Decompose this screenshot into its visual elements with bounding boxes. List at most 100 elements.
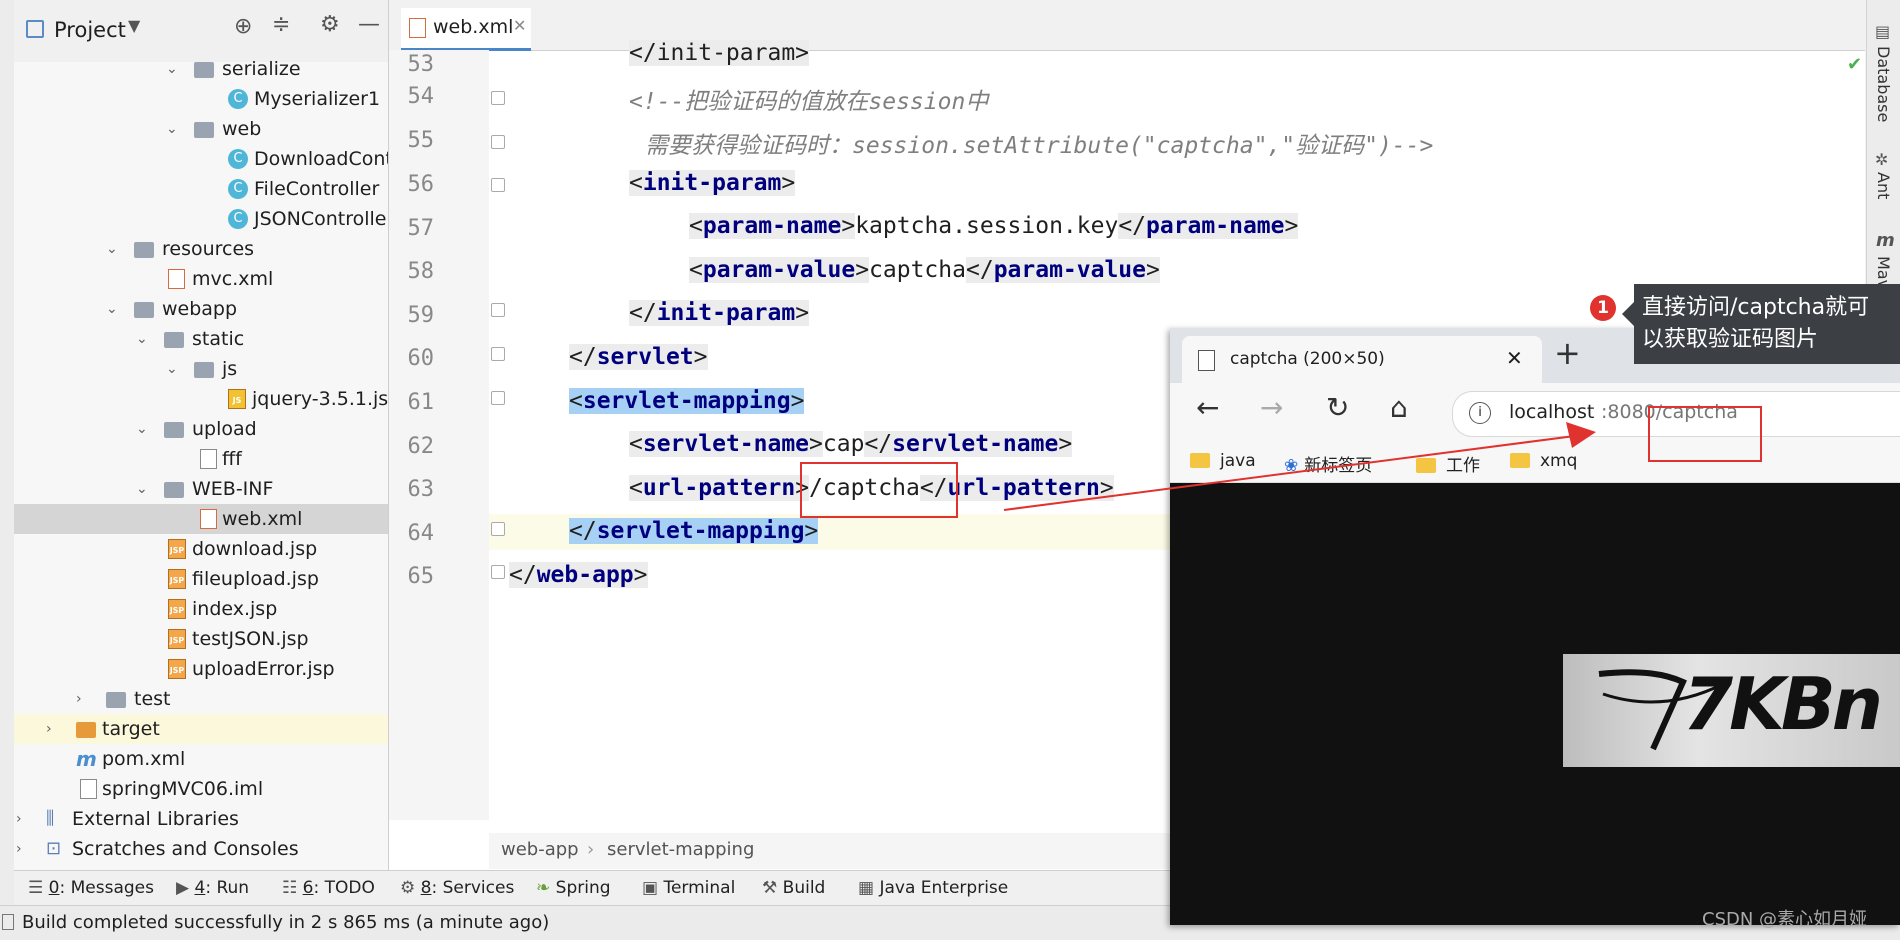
- fold-marker[interactable]: [491, 522, 505, 536]
- tab-key: 6: [302, 878, 314, 898]
- folder-icon: [194, 122, 214, 138]
- tab-build[interactable]: ⚒ Build: [762, 878, 825, 898]
- code-tag: param-value: [993, 257, 1147, 283]
- fold-marker[interactable]: [491, 135, 505, 149]
- chevron-down-icon[interactable]: ⌄: [136, 324, 148, 354]
- tree-item-web[interactable]: ⌄ web: [14, 114, 388, 144]
- tab-spring[interactable]: ❧ Spring: [536, 878, 611, 898]
- tree-item-jquery[interactable]: JS jquery-3.5.1.js: [14, 384, 388, 414]
- tab-run[interactable]: ▶ 4: Run: [176, 878, 249, 898]
- tree-item-external-libraries[interactable]: › ⫼ External Libraries: [14, 804, 388, 834]
- tree-item-label: index.jsp: [192, 598, 278, 620]
- breadcrumb-item[interactable]: web-app: [501, 839, 579, 860]
- tree-item-test[interactable]: › test: [14, 684, 388, 714]
- tree-item-label: springMVC06.iml: [102, 778, 264, 800]
- tab-services[interactable]: ⚙ 8: Services: [400, 878, 514, 898]
- tree-item-mvc-xml[interactable]: mvc.xml: [14, 264, 388, 294]
- tree-item-label: target: [102, 718, 160, 740]
- class-icon: C: [228, 179, 248, 199]
- maven-icon: m: [1876, 230, 1895, 251]
- breadcrumb-item[interactable]: servlet-mapping: [607, 839, 754, 860]
- line-number: 55: [407, 128, 435, 153]
- tab-label: : Messages: [59, 878, 154, 898]
- folder-icon: [194, 362, 214, 378]
- new-tab-plus-icon[interactable]: +: [1554, 334, 1581, 372]
- close-icon[interactable]: ✕: [513, 16, 526, 35]
- gear-icon[interactable]: ⚙: [320, 12, 340, 37]
- tree-item-serialize[interactable]: ⌄ serialize: [14, 54, 388, 84]
- collapse-all-icon[interactable]: ≑: [272, 12, 290, 37]
- tab-todo[interactable]: ☷ 6: TODO: [282, 878, 375, 898]
- tree-item-upload[interactable]: ⌄ upload: [14, 414, 388, 444]
- chevron-down-icon[interactable]: ⌄: [166, 114, 178, 144]
- chevron-down-icon[interactable]: ⌄: [136, 414, 148, 444]
- chevron-right-icon[interactable]: ›: [46, 714, 52, 744]
- code-tag: url-pattern: [642, 475, 796, 501]
- tree-item-label: fileupload.jsp: [192, 568, 319, 590]
- tool-database[interactable]: Database: [1874, 46, 1893, 122]
- chevron-down-icon[interactable]: ⌄: [166, 354, 178, 384]
- jsp-file-icon: JSP: [168, 539, 186, 559]
- chevron-down-icon[interactable]: ⌄: [166, 54, 178, 84]
- tree-item-target[interactable]: › target: [14, 714, 388, 744]
- tab-messages[interactable]: ☰ 0: Messages: [28, 878, 154, 898]
- tab-web-xml[interactable]: web.xml ✕: [401, 8, 531, 51]
- chevron-right-icon[interactable]: ›: [16, 804, 22, 834]
- chevron-down-icon[interactable]: ▼: [128, 16, 140, 35]
- minimize-icon[interactable]: —: [358, 12, 380, 37]
- tree-item-label: External Libraries: [72, 808, 239, 830]
- code-line-65: </web-app>: [509, 562, 648, 588]
- tree-item-index-jsp[interactable]: JSP index.jsp: [14, 594, 388, 624]
- tree-item-web-inf[interactable]: ⌄ WEB-INF: [14, 474, 388, 504]
- class-icon: C: [228, 89, 248, 109]
- tree-item-jsoncontroller[interactable]: C JSONController: [14, 204, 388, 234]
- tree-item-myserializer1[interactable]: C Myserializer1: [14, 84, 388, 114]
- tree-item-label: JSONController: [254, 208, 389, 230]
- fold-marker[interactable]: [491, 347, 505, 361]
- browser-tab[interactable]: captcha (200×50) ✕: [1182, 336, 1542, 383]
- tool-ant[interactable]: Ant: [1874, 172, 1893, 199]
- tree-item-resources[interactable]: ⌄ resources: [14, 234, 388, 264]
- chevron-down-icon[interactable]: ⌄: [106, 294, 118, 324]
- locate-icon[interactable]: ⊕: [234, 14, 252, 39]
- code-tag: servlet-mapping: [596, 518, 805, 544]
- tree-item-webapp[interactable]: ⌄ webapp: [14, 294, 388, 324]
- line-number: 56: [407, 172, 435, 197]
- tree-item-fileupload-jsp[interactable]: JSP fileupload.jsp: [14, 564, 388, 594]
- watermark: CSDN @素心如月娅: [1702, 909, 1868, 930]
- line-number: 62: [407, 434, 435, 459]
- hammer-icon: ⚒: [762, 878, 778, 898]
- tree-item-downloadcontroller[interactable]: C DownloadContr: [14, 144, 388, 174]
- tree-item-download-jsp[interactable]: JSP download.jsp: [14, 534, 388, 564]
- tab-terminal[interactable]: ▣ Terminal: [642, 878, 735, 898]
- tree-item-static[interactable]: ⌄ static: [14, 324, 388, 354]
- chevron-down-icon[interactable]: ⌄: [136, 474, 148, 504]
- tree-item-filecontroller[interactable]: C FileController: [14, 174, 388, 204]
- tree-item-js[interactable]: ⌄ js: [14, 354, 388, 384]
- fold-marker[interactable]: [491, 391, 505, 405]
- code-line-55: 需要获得验证码时：session.setAttribute("captcha",…: [645, 133, 1434, 159]
- fold-marker[interactable]: [491, 303, 505, 317]
- close-icon[interactable]: ✕: [1506, 346, 1523, 370]
- xml-file-icon: [200, 509, 217, 529]
- code-line-61: <servlet-mapping>: [569, 388, 805, 414]
- chevron-down-icon[interactable]: ⌄: [106, 234, 118, 264]
- tree-item-web-xml[interactable]: web.xml: [14, 504, 388, 534]
- tree-item-label: download.jsp: [192, 538, 318, 560]
- tree-item-iml[interactable]: springMVC06.iml: [14, 774, 388, 804]
- tree-item-fff[interactable]: fff: [14, 444, 388, 474]
- line-number: 63: [407, 477, 435, 502]
- chevron-right-icon[interactable]: ›: [16, 834, 22, 864]
- fold-marker[interactable]: [491, 91, 505, 105]
- fold-marker[interactable]: [491, 178, 505, 192]
- tab-java-enterprise[interactable]: ▦ Java Enterprise: [858, 878, 1008, 898]
- tab-label: Spring: [555, 878, 611, 898]
- tree-item-pom-xml[interactable]: m pom.xml: [14, 744, 388, 774]
- tree-item-testjson-jsp[interactable]: JSP testJSON.jsp: [14, 624, 388, 654]
- fold-marker[interactable]: [491, 565, 505, 579]
- tree-item-scratches[interactable]: › ⊡ Scratches and Consoles: [14, 834, 388, 864]
- folder-icon: [164, 332, 184, 348]
- tree-item-uploaderror-jsp[interactable]: JSP uploadError.jsp: [14, 654, 388, 684]
- chevron-right-icon[interactable]: ›: [76, 684, 82, 714]
- project-title[interactable]: Project: [54, 18, 126, 42]
